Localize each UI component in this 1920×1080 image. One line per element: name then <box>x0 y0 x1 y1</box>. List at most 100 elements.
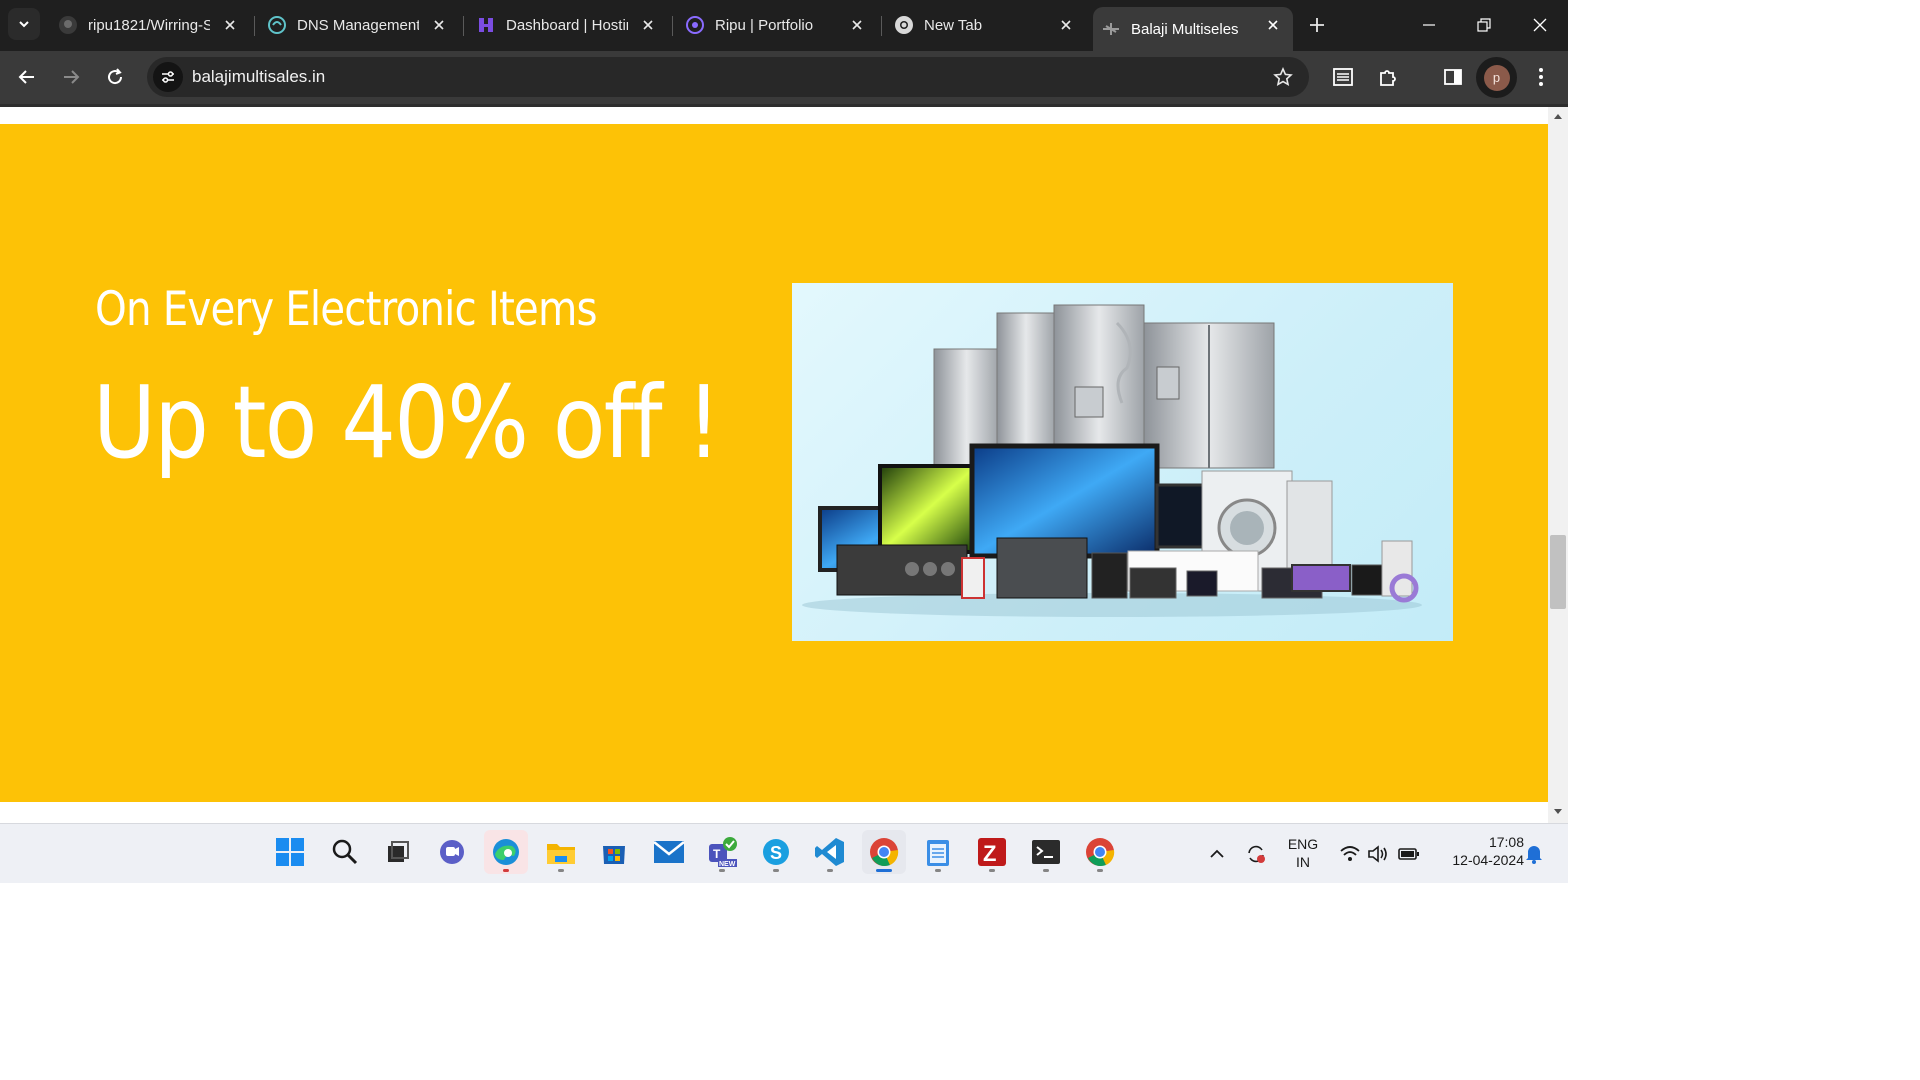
tab-hostinger-dashboard[interactable]: Dashboard | Hostir <box>468 7 668 43</box>
bell-icon <box>1526 846 1542 864</box>
tab-label: DNS Management <box>297 16 419 34</box>
reading-list-icon <box>1333 68 1353 86</box>
page-scrollbar[interactable] <box>1548 107 1568 823</box>
volume-tray-button[interactable] <box>1366 842 1390 866</box>
sync-icon <box>1248 845 1265 863</box>
tab-search-button[interactable] <box>8 8 40 40</box>
microsoft-store-app[interactable] <box>592 830 636 874</box>
tab-label: Balaji Multiseles <box>1131 20 1239 38</box>
restore-button[interactable] <box>1456 0 1511 50</box>
teams-chat-app[interactable] <box>430 830 474 874</box>
bookmark-button[interactable] <box>1271 65 1295 89</box>
scroll-up-arrow-icon[interactable] <box>1552 111 1564 121</box>
reload-icon <box>108 68 123 85</box>
forward-button[interactable] <box>55 61 87 93</box>
reload-button[interactable] <box>99 61 131 93</box>
profile-button[interactable]: p <box>1476 57 1517 98</box>
filezilla-app[interactable]: Z <box>970 830 1014 874</box>
running-indicator <box>558 869 564 872</box>
tab-separator <box>881 16 882 36</box>
sync-tray-button[interactable] <box>1244 842 1268 866</box>
language-code: ENG <box>1287 836 1319 852</box>
portfolio-icon <box>685 15 705 35</box>
back-button[interactable] <box>11 61 43 93</box>
extensions-button[interactable] <box>1374 63 1402 91</box>
address-bar[interactable]: balajimultisales.in <box>147 57 1309 97</box>
tab-portfolio[interactable]: Ripu | Portfolio <box>677 7 877 43</box>
close-tab-icon[interactable] <box>220 15 240 35</box>
teams-icon: TNEW <box>709 837 737 868</box>
running-indicator <box>503 869 509 872</box>
electronics-product-image <box>792 283 1453 641</box>
notepad-app[interactable] <box>916 830 960 874</box>
clock[interactable]: 17:08 12-04-2024 <box>1430 834 1524 868</box>
scroll-thumb[interactable] <box>1550 535 1566 609</box>
tab-label: Dashboard | Hostir <box>506 16 628 34</box>
side-panel-button[interactable] <box>1439 63 1467 91</box>
tab-label: New Tab <box>924 16 983 34</box>
star-icon <box>1273 67 1293 86</box>
minimize-button[interactable] <box>1401 0 1456 50</box>
promo-banner: On Every Electronic Items Up to 40% off … <box>0 124 1548 802</box>
tab-dns-management[interactable]: DNS Management <box>259 7 459 43</box>
speaker-icon <box>1368 845 1387 863</box>
new-tab-button[interactable] <box>1303 11 1331 39</box>
tab-separator <box>672 16 673 36</box>
task-view-button[interactable] <box>376 830 420 874</box>
svg-text:T: T <box>713 847 721 861</box>
close-tab-icon[interactable] <box>1263 15 1283 35</box>
edge-app[interactable] <box>484 830 528 874</box>
close-window-button[interactable] <box>1512 0 1567 50</box>
tab-balaji-multiseles[interactable]: Balaji Multiseles <box>1093 7 1293 51</box>
running-indicator <box>935 869 941 872</box>
tab-separator <box>463 16 464 36</box>
terminal-app[interactable] <box>1024 830 1068 874</box>
svg-text:Z: Z <box>983 841 996 866</box>
filezilla-icon: Z <box>978 838 1006 866</box>
tab-label: Ripu | Portfolio <box>715 16 814 34</box>
close-tab-icon[interactable] <box>638 15 658 35</box>
language-indicator[interactable]: ENG IN <box>1284 836 1322 870</box>
browser-menu-button[interactable] <box>1527 63 1555 91</box>
file-explorer-app[interactable] <box>539 830 583 874</box>
tab-new-tab[interactable]: New Tab <box>886 7 1086 43</box>
running-indicator <box>827 869 833 872</box>
scroll-down-arrow-icon[interactable] <box>1552 807 1564 817</box>
close-tab-icon[interactable] <box>847 15 867 35</box>
running-indicator <box>876 869 892 872</box>
wifi-icon <box>1340 846 1360 861</box>
taskbar-search-button[interactable] <box>323 830 367 874</box>
close-tab-icon[interactable] <box>429 15 449 35</box>
svg-text:S: S <box>770 843 782 863</box>
chrome-app[interactable] <box>862 830 906 874</box>
running-indicator <box>1043 869 1049 872</box>
reading-list-button[interactable] <box>1329 63 1357 91</box>
skype-app[interactable]: S <box>754 830 798 874</box>
chrome-icon <box>894 15 914 35</box>
mail-app[interactable] <box>647 830 691 874</box>
vscode-icon <box>815 838 844 866</box>
teams-chat-icon <box>440 840 464 864</box>
show-hidden-icons-button[interactable] <box>1205 842 1229 866</box>
terminal-icon <box>1032 840 1060 864</box>
github-icon <box>58 15 78 35</box>
chrome-app-2[interactable] <box>1078 830 1122 874</box>
page-viewport: On Every Electronic Items Up to 40% off … <box>0 107 1548 823</box>
arrow-left-icon <box>18 70 34 84</box>
vscode-app[interactable] <box>808 830 852 874</box>
battery-tray-button[interactable] <box>1397 842 1421 866</box>
tab-strip: ripu1821/Wirring-S DNS Management Dashbo… <box>0 0 1568 51</box>
skype-icon: S <box>763 839 789 865</box>
microsoft-store-icon <box>603 846 625 864</box>
teams-app[interactable]: T NEW <box>700 830 744 874</box>
wifi-tray-button[interactable] <box>1338 842 1362 866</box>
edge-icon <box>493 839 519 865</box>
puzzle-icon <box>1380 70 1396 86</box>
tab-github[interactable]: ripu1821/Wirring-S <box>50 7 250 43</box>
windows-start-button[interactable] <box>268 830 312 874</box>
site-info-button[interactable] <box>153 62 183 92</box>
electronics-illustration <box>802 304 1422 617</box>
close-tab-icon[interactable] <box>1056 15 1076 35</box>
notifications-button[interactable] <box>1522 842 1546 866</box>
minimize-icon <box>1422 24 1435 26</box>
